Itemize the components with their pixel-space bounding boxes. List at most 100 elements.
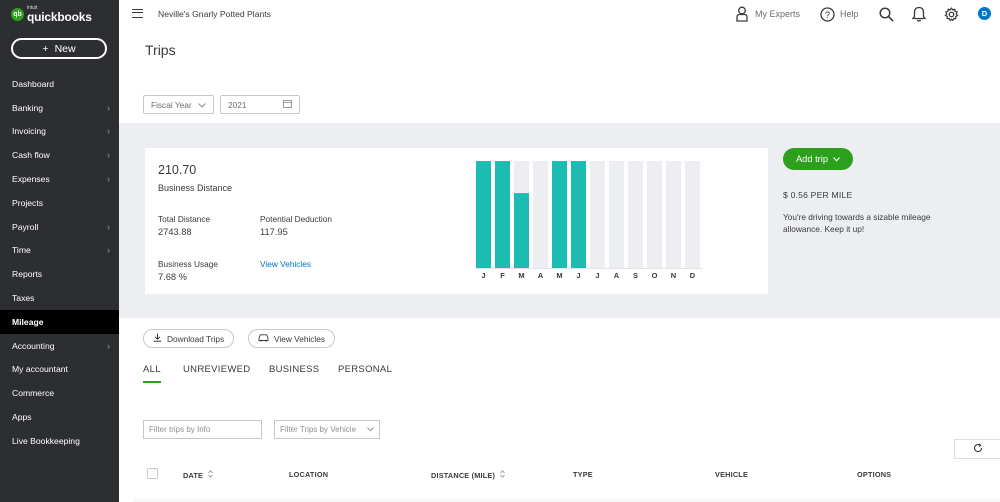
chart-bar-track — [590, 161, 605, 268]
chart-month-label: F — [500, 271, 505, 280]
column-options: OPTIONS — [857, 470, 891, 479]
chevron-right-icon: › — [107, 174, 110, 185]
filter-vehicle-placeholder: Filter Trips by Vehicle — [280, 425, 357, 434]
active-tab-indicator — [143, 381, 161, 383]
sidebar-item-label: Mileage — [12, 316, 44, 327]
tab-business[interactable]: BUSINESS — [269, 364, 319, 375]
sidebar-item-banking[interactable]: Banking › — [0, 96, 119, 120]
chart-month-label: J — [481, 271, 485, 280]
new-button[interactable]: + New — [11, 38, 107, 59]
chart-bar[interactable] — [552, 161, 567, 268]
sidebar-item-my-accountant[interactable]: My accountant — [0, 358, 119, 382]
notifications-button[interactable] — [911, 6, 927, 22]
hamburger-menu-icon[interactable] — [132, 9, 143, 18]
refresh-button[interactable] — [954, 439, 1000, 459]
sidebar-item-label: Time — [12, 245, 31, 256]
sidebar: qb intuit quickbooks + New Dashboard Bank… — [0, 0, 119, 502]
gear-icon — [943, 6, 959, 22]
business-usage-value: 7.68 % — [158, 272, 187, 282]
sidebar-item-mileage[interactable]: Mileage — [0, 309, 119, 334]
chevron-right-icon: › — [107, 340, 110, 351]
user-avatar[interactable]: D — [978, 7, 991, 20]
chart-bar[interactable] — [514, 193, 529, 268]
filter-vehicle-dropdown[interactable]: Filter Trips by Vehicle — [274, 420, 380, 439]
year-picker[interactable]: 2021 — [220, 95, 300, 114]
quickbooks-logo-icon: qb — [11, 8, 24, 21]
sidebar-item-accounting[interactable]: Accounting › — [0, 334, 119, 358]
chart-month-label: A — [614, 271, 620, 280]
sidebar-item-taxes[interactable]: Taxes — [0, 286, 119, 310]
download-trips-label: Download Trips — [167, 333, 225, 344]
chart-bar[interactable] — [476, 161, 491, 268]
chevron-down-icon — [833, 154, 840, 164]
car-icon — [258, 333, 269, 344]
column-date-label: DATE — [183, 470, 204, 480]
chevron-right-icon: › — [107, 245, 110, 256]
my-experts-button[interactable]: My Experts — [734, 6, 800, 22]
sort-icon — [208, 470, 213, 480]
column-distance[interactable]: DISTANCE (MILE) — [431, 470, 505, 480]
chart-month-label: J — [595, 271, 599, 280]
sidebar-item-label: Projects — [12, 197, 44, 208]
column-date[interactable]: DATE — [183, 470, 213, 480]
chart-bar[interactable] — [495, 161, 510, 268]
tab-all[interactable]: ALL — [143, 364, 161, 375]
period-dropdown[interactable]: Fiscal Year — [143, 95, 214, 114]
chart-bar[interactable] — [571, 161, 586, 268]
sidebar-item-expenses[interactable]: Expenses › — [0, 167, 119, 191]
chart-month-label: J — [576, 271, 580, 280]
download-trips-button[interactable]: Download Trips — [143, 329, 235, 348]
sidebar-item-label: Live Bookkeeping — [12, 435, 80, 446]
trips-table-header: DATE LOCATION DISTANCE (MILE) TYPE VEHIC… — [133, 460, 1000, 490]
sidebar-item-label: Payroll — [12, 221, 39, 232]
sidebar-item-invoicing[interactable]: Invoicing › — [0, 120, 119, 144]
search-button[interactable] — [878, 6, 894, 22]
view-vehicles-label: View Vehicles — [274, 333, 326, 344]
sidebar-item-reports[interactable]: Reports — [0, 262, 119, 286]
help-icon: ? — [819, 6, 835, 22]
add-trip-button[interactable]: Add trip — [783, 148, 853, 170]
chart-month-label: O — [652, 271, 658, 280]
quickbooks-logo[interactable]: qb intuit quickbooks — [11, 6, 92, 23]
column-distance-label: DISTANCE (MILE) — [431, 470, 496, 480]
sort-icon — [500, 470, 505, 480]
column-location: LOCATION — [289, 470, 328, 479]
sidebar-item-projects[interactable]: Projects — [0, 191, 119, 215]
sidebar-item-label: Expenses — [12, 174, 50, 185]
view-vehicles-button[interactable]: View Vehicles — [248, 329, 336, 348]
sidebar-item-payroll[interactable]: Payroll › — [0, 215, 119, 239]
sidebar-item-commerce[interactable]: Commerce — [0, 381, 119, 405]
help-button[interactable]: ? Help — [819, 6, 859, 22]
view-vehicles-link[interactable]: View Vehicles — [260, 259, 311, 269]
top-bar: Neville's Gnarly Potted Plants My Expert… — [119, 0, 1000, 30]
svg-text:?: ? — [824, 10, 829, 20]
tab-personal[interactable]: PERSONAL — [338, 364, 392, 375]
total-distance-label: Total Distance — [158, 214, 211, 224]
chevron-right-icon: › — [107, 126, 110, 137]
sidebar-item-live-bookkeeping[interactable]: Live Bookkeeping — [0, 429, 119, 453]
sidebar-item-cash-flow[interactable]: Cash flow › — [0, 143, 119, 167]
sidebar-item-dashboard[interactable]: Dashboard — [0, 72, 119, 96]
business-distance-value: 210.70 — [158, 163, 197, 177]
chart-month-label: N — [671, 271, 676, 280]
sidebar-item-apps[interactable]: Apps — [0, 405, 119, 429]
filter-info-input[interactable]: Filter trips by Info — [143, 420, 262, 439]
tab-unreviewed[interactable]: UNREVIEWED — [183, 364, 250, 375]
column-type: TYPE — [573, 470, 593, 479]
sidebar-item-time[interactable]: Time › — [0, 239, 119, 263]
sidebar-item-label: Banking — [12, 102, 44, 113]
potential-deduction-value: 117.95 — [260, 227, 288, 237]
sidebar-item-label: Commerce — [12, 388, 55, 399]
search-icon — [878, 6, 894, 22]
column-vehicle: VEHICLE — [715, 470, 748, 479]
sidebar-item-label: Reports — [12, 269, 43, 280]
period-value: Fiscal Year — [151, 99, 192, 110]
sidebar-item-label: Taxes — [12, 293, 35, 304]
chart-month-label: D — [690, 271, 696, 280]
sidebar-item-label: Invoicing — [12, 126, 46, 137]
column-options-label: OPTIONS — [857, 470, 892, 479]
person-icon — [734, 6, 750, 22]
settings-button[interactable] — [943, 6, 959, 22]
chart-bar-track — [666, 161, 681, 268]
select-all-checkbox[interactable] — [147, 468, 158, 479]
